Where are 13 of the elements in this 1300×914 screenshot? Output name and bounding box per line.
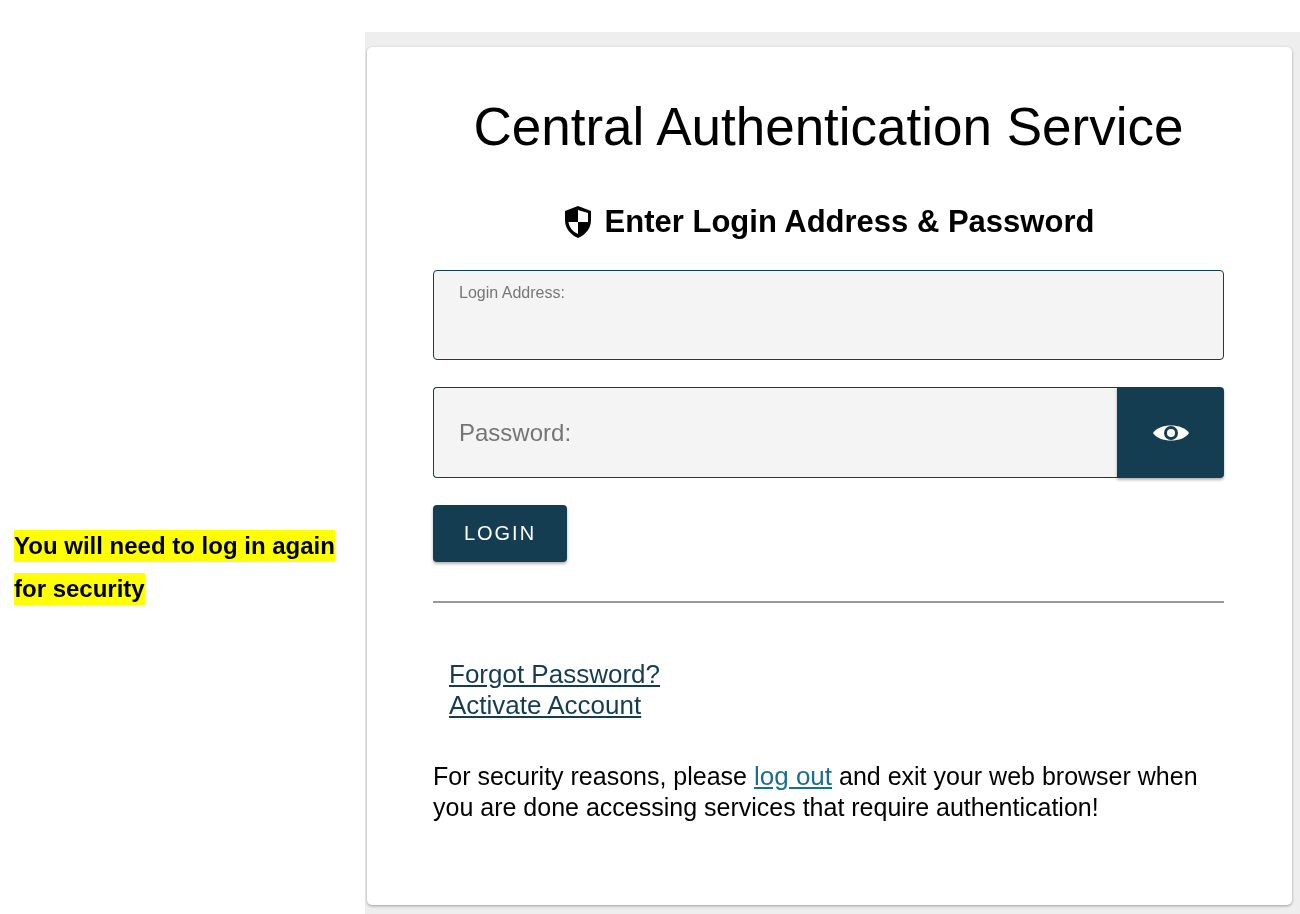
login-address-field[interactable]: Login Address: xyxy=(433,270,1224,360)
account-link[interactable]: Activate Account xyxy=(449,690,642,721)
security-notice: For security reasons, please log out and exit your web browser when you are done accessing services that require authentication! xyxy=(433,761,1198,822)
page-title: Central Authentication Service xyxy=(472,99,1185,155)
log-out-link[interactable]: log out xyxy=(754,761,833,791)
login-button[interactable]: LOGIN xyxy=(433,505,567,562)
form-heading: Enter Login Address & Password xyxy=(604,204,1095,240)
show-password-button[interactable] xyxy=(1117,387,1224,478)
shield-icon xyxy=(562,205,593,239)
annotation-note: for security xyxy=(14,573,145,605)
annotation-note: You will need to log in again xyxy=(14,530,335,562)
account-link[interactable]: Forgot Password? xyxy=(449,659,660,690)
password-field[interactable]: Password: xyxy=(433,387,1117,478)
